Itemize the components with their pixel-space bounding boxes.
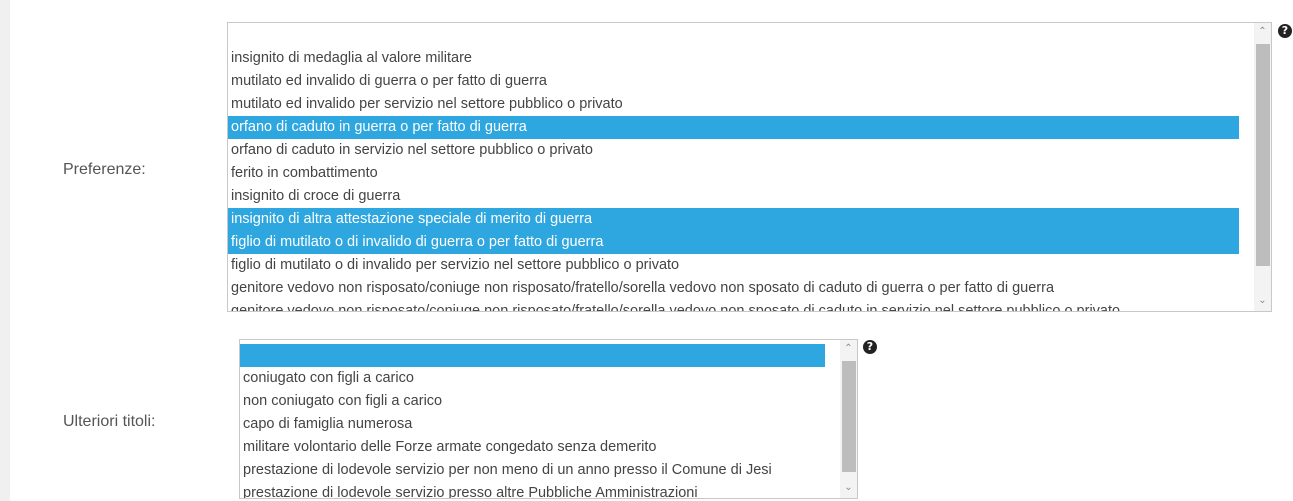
preferenze-option[interactable]: genitore vedovo non risposato/coniuge no… <box>228 300 1239 311</box>
ulteriori-option[interactable]: non coniugato con figli a carico <box>240 390 825 413</box>
preferenze-option[interactable]: orfano di caduto in guerra o per fatto d… <box>228 116 1239 139</box>
preferenze-option[interactable]: insignito di altra attestazione speciale… <box>228 208 1239 231</box>
preferenze-label: Preferenze: <box>63 161 146 178</box>
preferenze-option[interactable]: figlio di mutilato o di invalido di guer… <box>228 231 1239 254</box>
preferenze-scrollbar[interactable]: ⌃ ⌄ <box>1254 23 1271 311</box>
ulteriori-option[interactable]: prestazione di lodevole servizio presso … <box>240 482 825 498</box>
ulteriori-titoli-listbox[interactable]: prestazione di lodevole servizio presso … <box>239 339 858 499</box>
preferenze-option[interactable]: insignito di croce di guerra <box>228 185 1239 208</box>
ulteriori-option[interactable]: militare volontario delle Forze armate c… <box>240 436 825 459</box>
preferenze-listbox[interactable]: genitore vedovo non risposato/coniuge no… <box>227 22 1272 312</box>
ulteriori-option[interactable]: prestazione di lodevole servizio per non… <box>240 459 825 482</box>
ulteriori-option[interactable]: capo di famiglia numerosa <box>240 413 825 436</box>
preferenze-option[interactable]: mutilato ed invalido di guerra o per fat… <box>228 70 1239 93</box>
chevron-down-icon[interactable]: ⌄ <box>1254 293 1271 309</box>
chevron-down-icon[interactable]: ⌄ <box>840 480 857 496</box>
preferenze-option[interactable]: mutilato ed invalido per servizio nel se… <box>228 93 1239 116</box>
question-circle-icon[interactable]: ? <box>863 340 877 354</box>
preferenze-option[interactable]: orfano di caduto in servizio nel settore… <box>228 139 1239 162</box>
chevron-up-icon[interactable]: ⌃ <box>1254 24 1271 40</box>
preferenze-option[interactable]: insignito di medaglia al valore militare <box>228 47 1239 70</box>
scrollbar-thumb[interactable] <box>842 361 856 472</box>
preferenze-option[interactable]: ferito in combattimento <box>228 162 1239 185</box>
scrollbar-thumb[interactable] <box>1256 44 1270 266</box>
left-border <box>0 0 10 501</box>
preferenze-option[interactable]: genitore vedovo non risposato/coniuge no… <box>228 277 1239 300</box>
ulteriori-titoli-scrollbar[interactable]: ⌃ ⌄ <box>840 340 857 498</box>
ulteriori-option[interactable]: coniugato con figli a carico <box>240 367 825 390</box>
question-circle-icon[interactable]: ? <box>1278 24 1292 38</box>
ulteriori-option[interactable] <box>240 344 825 367</box>
chevron-up-icon[interactable]: ⌃ <box>840 341 857 357</box>
ulteriori-titoli-label: Ulteriori titoli: <box>63 413 156 430</box>
preferenze-option[interactable]: figlio di mutilato o di invalido per ser… <box>228 254 1239 277</box>
